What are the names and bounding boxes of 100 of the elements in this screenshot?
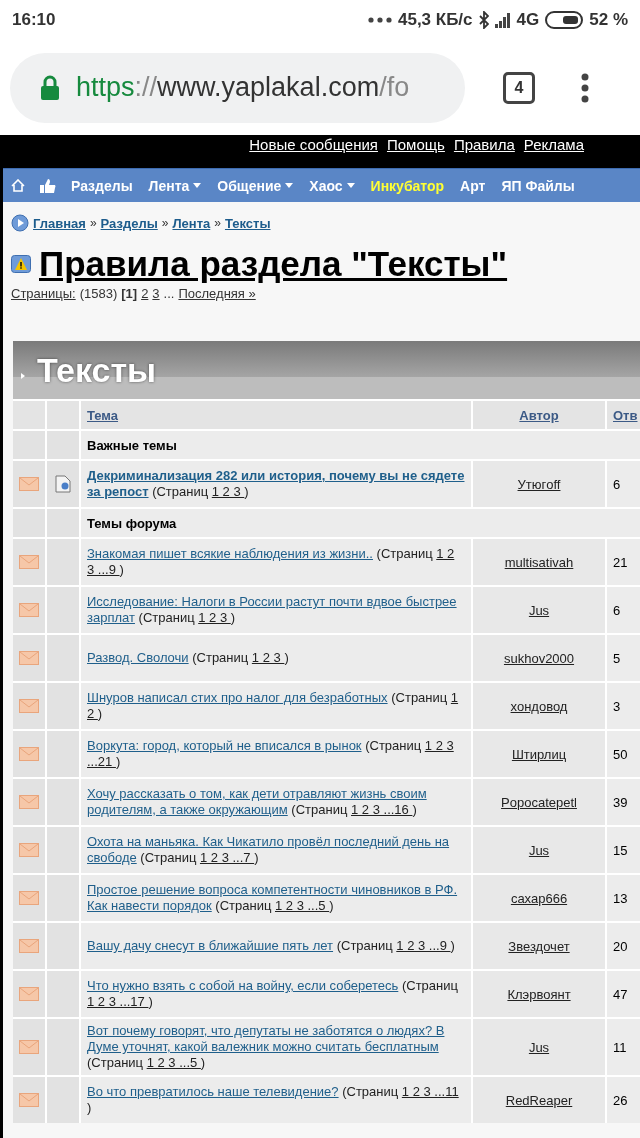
top-link[interactable]: Новые сообщения (249, 136, 378, 153)
envelope-icon (19, 939, 39, 953)
page-count: (1583) (79, 286, 118, 301)
topic-entry[interactable]: Что нужно взять с собой на войну, если соберетесь (Страниц 1 2 3 ...17 ) (87, 978, 465, 1010)
table-cell (47, 923, 79, 969)
network-type: 4G (516, 10, 540, 30)
menu-icon[interactable] (581, 72, 589, 103)
reply-count: 6 (613, 602, 621, 618)
envelope-icon (19, 477, 39, 491)
envelope-icon (19, 699, 39, 713)
page-title[interactable]: Правила раздела "Тексты" (39, 244, 508, 284)
envelope-icon (19, 603, 39, 617)
caret-icon (285, 183, 294, 188)
topic-entry[interactable]: Вашу дачу снесут в ближайшие пять лет (Страниц 1 2 3 ...9 ) (87, 938, 455, 954)
author-link[interactable]: Утюгoff (517, 476, 561, 492)
author-link[interactable]: Jus (528, 602, 550, 618)
topic-entry[interactable]: Декриминализация 282 или история, почему вы не сядете за репост (Страниц 1 2 3 ) (87, 468, 465, 500)
breadcrumb-link[interactable]: Главная (33, 215, 86, 231)
more-dots-icon (367, 17, 392, 23)
topic-entry[interactable]: Развод. Сволочи (Страниц 1 2 3 ) (87, 650, 289, 666)
author-link[interactable]: Popocatepetl (501, 794, 577, 810)
nav-item[interactable]: Арт (460, 177, 486, 194)
topic-entry[interactable]: Хочу рассказать о том, как дети отравляют жизнь своим родителям, а также окружающим (Страниц 1 2 3 ...16 ) (87, 786, 465, 818)
page-link[interactable]: 3 (152, 286, 160, 301)
last-page-link[interactable]: Последняя » (178, 286, 256, 301)
nav-item[interactable]: Разделы (71, 177, 133, 194)
table-cell (47, 1019, 79, 1075)
envelope-icon (19, 1093, 39, 1107)
breadcrumb-link[interactable]: Тексты (224, 215, 271, 231)
reply-count: 5 (613, 650, 621, 666)
nav-item[interactable]: Хаос (309, 177, 355, 194)
reply-count: 3 (613, 698, 621, 714)
play-circle-icon (11, 214, 29, 232)
nav-item[interactable]: ЯП Файлы (501, 177, 575, 194)
author-link[interactable]: RedReaper (505, 1092, 573, 1108)
top-link[interactable]: Реклама (523, 136, 584, 153)
reply-count: 50 (613, 746, 628, 762)
author-link[interactable]: Звездочет (508, 938, 570, 954)
nav-item[interactable]: Общение (217, 177, 294, 194)
ellipsis: ... (163, 286, 175, 301)
table-cell (13, 431, 45, 459)
home-icon[interactable] (11, 179, 25, 192)
envelope-icon (19, 747, 39, 761)
table-cell (13, 401, 45, 429)
top-link[interactable]: Помощь (386, 136, 445, 153)
column-header[interactable]: Автор (519, 407, 559, 423)
page-link[interactable]: 2 (141, 286, 149, 301)
topic-entry[interactable]: Знакомая пишет всякие наблюдения из жизни.. (Страниц 1 2 3 ...9 ) (87, 546, 465, 578)
battery-icon (545, 11, 584, 29)
topic-entry[interactable]: Вот почему говорят, что депутаты не заботятся о людях? В Думе уточнят, какой валежник можно считать бесплатным (Страниц 1 2 3 ...5 ) (87, 1023, 465, 1071)
topic-entry[interactable]: Во что превратилось наше телевидение? (Страниц 1 2 3 ...11 ) (87, 1084, 465, 1116)
table-cell (47, 431, 79, 459)
envelope-icon (19, 843, 39, 857)
topic-entry[interactable]: Исследование: Налоги в России растут почти вдвое быстрее зарплат (Страниц 1 2 3 ) (87, 594, 465, 626)
table-cell (47, 827, 79, 873)
lock-icon (40, 74, 60, 101)
caret-icon (193, 183, 202, 188)
author-link[interactable]: хондовод (510, 698, 568, 714)
address-bar[interactable]: https://www.yaplakal.com/fo (10, 52, 465, 123)
battery-level: 52 % (589, 10, 628, 30)
reply-count: 15 (613, 842, 628, 858)
top-link[interactable]: Правила (453, 136, 515, 153)
topic-entry[interactable]: Охота на маньяка. Как Чикатило провёл последний день на свободе (Страниц 1 2 3 ...7 ) (87, 834, 465, 866)
breadcrumb-link[interactable]: Лента (172, 215, 211, 231)
reply-count: 26 (613, 1092, 628, 1108)
table-cell (47, 875, 79, 921)
pages-label[interactable]: Страницы: (11, 286, 76, 301)
breadcrumb-separator: » (214, 216, 221, 230)
breadcrumb-link[interactable]: Разделы (100, 215, 158, 231)
url-text: https://www.yaplakal.com/fo (76, 72, 410, 103)
envelope-icon (19, 1040, 39, 1054)
table-cell (47, 683, 79, 729)
author-link[interactable]: Клэрвоянт (507, 986, 571, 1002)
column-header[interactable]: Отв (613, 407, 638, 423)
bluetooth-icon (478, 11, 489, 29)
document-icon (55, 475, 71, 493)
group-title: Темы форума (81, 509, 640, 537)
forum-title: Тексты (37, 350, 157, 390)
author-link[interactable]: Jus (528, 842, 550, 858)
author-link[interactable]: Штирлиц (511, 746, 567, 762)
topic-entry[interactable]: Шнуров написал стих про налог для безработных (Страниц 1 2 ) (87, 690, 465, 722)
reply-count: 47 (613, 986, 628, 1002)
author-link[interactable]: сахар666 (510, 890, 568, 906)
thumbs-up-icon[interactable] (39, 177, 57, 194)
column-header[interactable]: Тема (87, 407, 119, 423)
breadcrumb-separator: » (89, 216, 97, 230)
envelope-icon (19, 651, 39, 665)
table-cell (47, 401, 79, 429)
author-link[interactable]: Jus (528, 1039, 550, 1055)
envelope-icon (19, 987, 39, 1001)
table-cell (47, 587, 79, 633)
network-speed: 45,3 КБ/с (397, 10, 473, 30)
table-cell (47, 539, 79, 585)
topic-entry[interactable]: Воркута: город, который не вписался в рынок (Страниц 1 2 3 ...21 ) (87, 738, 465, 770)
tab-count-button[interactable]: 4 (503, 71, 535, 104)
reply-count: 11 (613, 1039, 627, 1055)
topic-entry[interactable]: Простое решение вопроса компетентности чиновников в РФ. Как навести порядок (Страниц 1 2 3 ...5 ) (87, 882, 465, 914)
author-link[interactable]: multisativah (504, 554, 574, 570)
nav-item[interactable]: Лента (148, 177, 202, 194)
author-link[interactable]: sukhov2000 (503, 650, 575, 666)
